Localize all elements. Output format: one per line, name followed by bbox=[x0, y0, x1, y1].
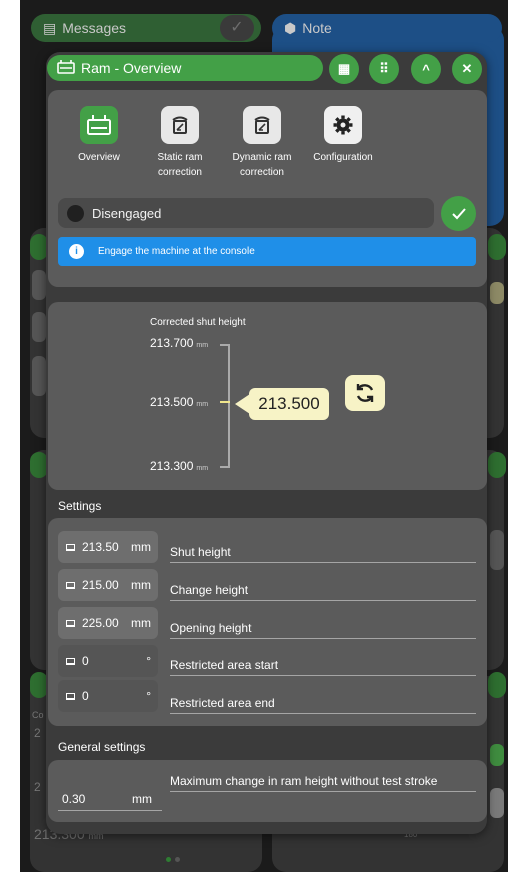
field-value: 0 bbox=[82, 689, 89, 703]
opening-height-label: Opening height bbox=[170, 621, 476, 639]
input-underline bbox=[58, 810, 162, 811]
bg-side-text: 2 bbox=[34, 726, 41, 740]
check-icon: ✓ bbox=[220, 15, 254, 41]
field-unit: ° bbox=[146, 689, 151, 703]
keyboard-icon bbox=[66, 657, 75, 665]
grid-icon: ⠿ bbox=[379, 61, 389, 76]
bg-indicator bbox=[488, 452, 506, 478]
keyboard-icon bbox=[66, 619, 75, 627]
scale-bottom-label: 213.300 mm bbox=[150, 459, 209, 473]
current-shut-height-value: 213.500 bbox=[249, 388, 329, 420]
field-unit: mm bbox=[131, 616, 151, 630]
max-ram-change-value[interactable]: 0.30 bbox=[62, 792, 85, 806]
refresh-button[interactable] bbox=[345, 375, 385, 411]
tab-label: Static ram correction bbox=[157, 152, 203, 178]
bg-box bbox=[32, 270, 46, 300]
bg-box bbox=[32, 356, 46, 396]
scale-axis bbox=[228, 344, 230, 468]
max-ram-change-unit: mm bbox=[132, 792, 152, 806]
page-indicator bbox=[166, 857, 180, 862]
messages-label: Messages bbox=[62, 20, 127, 36]
change-height-label: Change height bbox=[170, 583, 476, 601]
field-value: 225.00 bbox=[82, 616, 119, 630]
shut-height-input[interactable]: 213.50 mm bbox=[58, 531, 158, 563]
layout-button[interactable]: ▦ bbox=[329, 54, 359, 84]
bg-box bbox=[490, 282, 504, 304]
tab-configuration[interactable]: Configuration bbox=[298, 106, 388, 165]
bg-box bbox=[490, 788, 504, 818]
ram-overview-icon bbox=[80, 106, 118, 144]
field-unit: ° bbox=[146, 654, 151, 668]
static-ram-icon bbox=[161, 106, 199, 144]
tab-label: Overview bbox=[78, 152, 120, 163]
scale-tick-current bbox=[220, 401, 230, 403]
field-value: 215.00 bbox=[82, 578, 119, 592]
info-message: Engage the machine at the console bbox=[98, 246, 255, 257]
general-settings-heading: General settings bbox=[58, 740, 146, 754]
bg-box bbox=[490, 744, 504, 766]
change-height-input[interactable]: 215.00 mm bbox=[58, 569, 158, 601]
field-unit: mm bbox=[131, 578, 151, 592]
info-icon: i bbox=[69, 244, 84, 259]
checkmark-icon bbox=[451, 207, 466, 219]
layout-icon: ▦ bbox=[337, 61, 351, 76]
dynamic-ram-icon bbox=[243, 106, 281, 144]
close-button[interactable]: ✕ bbox=[452, 54, 482, 84]
restricted-area-start-label: Restricted area start bbox=[170, 658, 476, 676]
shut-height-label: Shut height bbox=[170, 545, 476, 563]
restricted-area-end-label: Restricted area end bbox=[170, 696, 476, 714]
scale-top-label: 213.700 mm bbox=[150, 336, 209, 350]
chevron-up-icon: ^ bbox=[422, 61, 430, 77]
shield-icon: ⬢ bbox=[284, 19, 297, 36]
collapse-button[interactable]: ^ bbox=[411, 54, 441, 84]
ram-icon bbox=[57, 59, 75, 77]
tab-dynamic-ram-correction[interactable]: Dynamic ram correction bbox=[217, 106, 307, 180]
keyboard-icon bbox=[66, 692, 75, 700]
tab-label: Dynamic ram correction bbox=[232, 152, 292, 178]
tab-label: Configuration bbox=[313, 152, 373, 163]
max-ram-change-label: Maximum change in ram height without tes… bbox=[170, 773, 476, 792]
keyboard-icon bbox=[66, 543, 75, 551]
tab-overview[interactable]: Overview bbox=[54, 106, 144, 165]
opening-height-input[interactable]: 225.00 mm bbox=[58, 607, 158, 639]
bg-box bbox=[32, 312, 46, 342]
engage-confirm-button[interactable] bbox=[441, 196, 476, 231]
restricted-area-start-input[interactable]: 0 ° bbox=[58, 645, 158, 677]
engage-status-label: Disengaged bbox=[92, 205, 162, 221]
bg-box bbox=[490, 530, 504, 570]
bg-side-text: 2 bbox=[34, 780, 41, 794]
message-icon: ▤ bbox=[43, 19, 57, 36]
info-banner: Engage the machine at the console bbox=[58, 237, 476, 266]
scale-tick bbox=[220, 466, 228, 468]
bg-side-text: Co bbox=[32, 710, 44, 720]
settings-heading: Settings bbox=[58, 499, 102, 513]
note-label: Note bbox=[302, 20, 332, 36]
scale-mid-label: 213.500 mm bbox=[150, 395, 209, 409]
scale-title: Corrected shut height bbox=[150, 317, 246, 328]
grid-button[interactable]: ⠿ bbox=[369, 54, 399, 84]
field-value: 213.50 bbox=[82, 540, 119, 554]
keyboard-icon bbox=[66, 581, 75, 589]
value-pointer bbox=[235, 394, 250, 414]
engage-status-row: Disengaged bbox=[58, 198, 434, 228]
gear-icon bbox=[324, 106, 362, 144]
close-icon: ✕ bbox=[461, 61, 473, 76]
status-indicator-icon bbox=[67, 205, 84, 222]
bg-indicator bbox=[488, 672, 506, 698]
note-tab-bg: ⬢ Note bbox=[272, 14, 502, 42]
field-unit: mm bbox=[131, 540, 151, 554]
tab-static-ram-correction[interactable]: Static ram correction bbox=[135, 106, 225, 180]
bg-indicator bbox=[488, 234, 506, 260]
dialog-title-bar: Ram - Overview bbox=[47, 55, 323, 81]
field-value: 0 bbox=[82, 654, 89, 668]
restricted-area-end-input[interactable]: 0 ° bbox=[58, 680, 158, 712]
scale-tick bbox=[220, 344, 228, 346]
refresh-icon bbox=[356, 384, 374, 402]
dialog-title: Ram - Overview bbox=[81, 60, 182, 76]
